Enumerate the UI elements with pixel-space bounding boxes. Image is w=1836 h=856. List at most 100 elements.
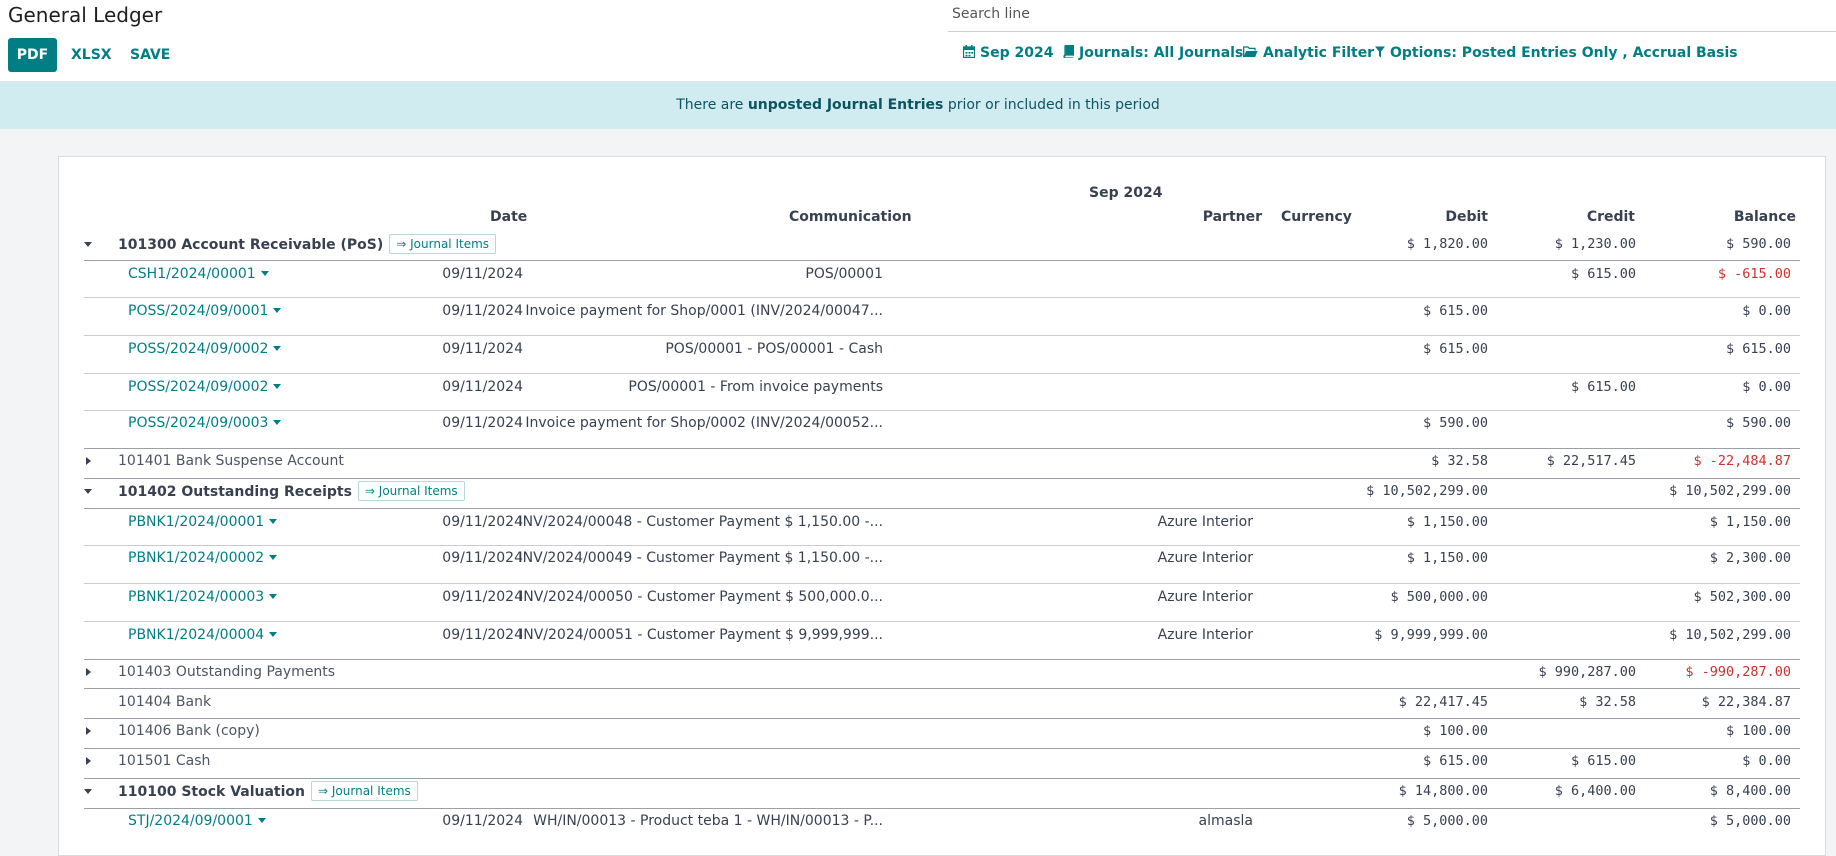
line-partner: Azure Interior [1157,627,1253,643]
chevron-down-icon[interactable] [273,308,282,313]
balance-value: $ 0.00 [1742,753,1791,769]
journal-entry-link[interactable]: PBNK1/2024/00004 [128,625,278,645]
journal-entry-link[interactable]: PBNK1/2024/00003 [128,587,278,607]
account-label[interactable]: 101300 Account Receivable (PoS) ⇒ Journal… [118,234,497,255]
credit-value: $ 990,287.00 [1538,664,1636,680]
balance-value: $ -615.00 [1717,266,1791,282]
account-row[interactable]: 110100 Stock Valuation ⇒ Journal Items $ 1… [84,781,1800,801]
chevron-down-icon[interactable] [273,420,282,425]
date-filter-label: Sep 2024 [980,45,1054,61]
journal-entry-ref: PBNK1/2024/00001 [128,514,265,530]
balance-value: $ 0.00 [1742,379,1791,395]
account-row[interactable]: 101403 Outstanding Payments $ 990,287.00 $… [84,662,1800,682]
account-row[interactable]: 101300 Account Receivable (PoS) ⇒ Journal… [84,234,1800,254]
chevron-down-icon[interactable] [260,271,269,276]
row-separator [84,297,1800,298]
balance-value: $ 8,400.00 [1709,783,1791,799]
account-row[interactable]: 101402 Outstanding Receipts ⇒ Journal Ite… [84,481,1800,501]
chevron-down-icon[interactable] [273,346,282,351]
account-label[interactable]: 101501 Cash [118,751,210,771]
account-label[interactable]: 101401 Bank Suspense Account [118,451,344,471]
journal-entry-link[interactable]: PBNK1/2024/00001 [128,512,278,532]
account-label[interactable]: 101403 Outstanding Payments [118,662,335,682]
debit-value: $ 1,150.00 [1406,514,1488,530]
column-header-partner: Partner [1202,209,1262,225]
options-filter[interactable]: Options: Posted Entries Only , Accrual B… [1375,45,1738,61]
caret-down-icon[interactable] [84,489,92,494]
pdf-button[interactable]: PDF [8,38,57,72]
caret-right-icon[interactable] [86,668,91,676]
caret-down-icon[interactable] [84,242,92,247]
journal-entry-ref: POSS/2024/09/0001 [128,303,269,319]
period-header: Sep 2024 [1089,185,1163,201]
debit-value: $ 5,000.00 [1406,813,1488,829]
account-row[interactable]: 101501 Cash $ 615.00 $ 615.00 $ 0.00 [84,751,1800,771]
row-separator [84,808,1800,809]
caret-down-icon[interactable] [84,789,92,794]
balance-value: $ 10,502,299.00 [1669,627,1791,643]
journals-filter[interactable]: Journals: All Journals [1063,44,1243,61]
line-date: 09/11/2024 [442,266,523,282]
account-label[interactable]: 101402 Outstanding Receipts ⇒ Journal Ite… [118,481,465,502]
row-separator [84,335,1800,336]
search-input[interactable]: Search line [948,2,1836,32]
journal-entry-ref: PBNK1/2024/00002 [128,550,265,566]
account-row[interactable]: 101404 Bank $ 22,417.45 $ 32.58 $ 22,384.87 [84,692,1800,712]
journal-line-row: POSS/2024/09/0001 09/11/2024 Invoice payme… [84,301,1800,321]
row-separator [84,718,1800,719]
journal-entry-ref: CSH1/2024/00001 [128,266,256,282]
journal-entry-link[interactable]: POSS/2024/09/0001 [128,301,282,321]
line-partner: Azure Interior [1157,550,1253,566]
journal-entry-link[interactable]: CSH1/2024/00001 [128,264,269,284]
account-name: 101300 Account Receivable (PoS) [118,237,384,253]
account-name: 101404 Bank [118,694,212,710]
caret-right-icon[interactable] [86,757,91,765]
page-title: General Ledger [8,3,163,27]
balance-value: $ 0.00 [1742,303,1791,319]
chevron-down-icon[interactable] [269,519,278,524]
balance-value: $ -22,484.87 [1693,453,1791,469]
xlsx-button[interactable]: XLSX [62,38,121,72]
chevron-down-icon[interactable] [269,632,278,637]
save-button[interactable]: SAVE [121,38,179,72]
analytic-filter[interactable]: Analytic Filter [1243,45,1374,61]
line-communication: INV/2024/00051 - Customer Payment $ 9,99… [519,627,883,643]
journal-entry-link[interactable]: POSS/2024/09/0002 [128,339,282,359]
journal-entry-ref: POSS/2024/09/0003 [128,415,269,431]
journal-entry-link[interactable]: POSS/2024/09/0002 [128,377,282,397]
account-name: 101403 Outstanding Payments [118,664,336,680]
journal-line-row: CSH1/2024/00001 09/11/2024 POS/00001 $ 615.… [84,264,1800,284]
journal-line-row: PBNK1/2024/00003 09/11/2024 INV/2024/00050… [84,587,1800,607]
journal-entry-link[interactable]: STJ/2024/09/0001 [128,811,266,831]
control-panel: General Ledger PDF XLSX SAVE Search line… [0,0,1836,82]
credit-value: $ 6,400.00 [1554,783,1636,799]
date-filter[interactable]: Sep 2024 [962,45,1054,61]
unposted-entries-alert: There are unposted Journal Entries prior… [0,82,1836,129]
line-communication: Invoice payment for Shop/0002 (INV/2024/… [525,415,883,431]
journal-entry-link[interactable]: PBNK1/2024/00002 [128,548,278,568]
caret-right-icon[interactable] [86,457,91,465]
journal-line-row: STJ/2024/09/0001 09/11/2024 WH/IN/00013 - … [84,811,1800,831]
journal-items-button[interactable]: ⇒ Journal Items [389,234,497,254]
account-label[interactable]: 110100 Stock Valuation ⇒ Journal Items [118,781,418,802]
account-row[interactable]: 101406 Bank (copy) $ 100.00 $ 100.00 [84,721,1800,741]
account-name: 101406 Bank (copy) [118,723,260,739]
chevron-down-icon[interactable] [257,818,266,823]
caret-right-icon[interactable] [86,727,91,735]
journal-items-button[interactable]: ⇒ Journal Items [311,781,418,801]
chevron-down-icon[interactable] [269,594,278,599]
journal-items-button[interactable]: ⇒ Journal Items [357,481,465,501]
chevron-down-icon[interactable] [269,555,278,560]
journal-entry-link[interactable]: POSS/2024/09/0003 [128,413,282,433]
row-separator [84,260,1800,261]
balance-value: $ 590.00 [1725,236,1791,252]
journal-line-row: POSS/2024/09/0003 09/11/2024 Invoice payme… [84,413,1800,433]
line-date: 09/11/2024 [442,303,523,319]
unposted-entries-link[interactable]: unposted Journal Entries [748,97,944,113]
chevron-down-icon[interactable] [273,384,282,389]
balance-value: $ 100.00 [1725,723,1791,739]
account-row[interactable]: 101401 Bank Suspense Account $ 32.58 $ 22,… [84,451,1800,471]
account-label[interactable]: 101404 Bank [118,692,211,712]
account-label[interactable]: 101406 Bank (copy) [118,721,260,741]
line-date: 09/11/2024 [442,514,523,530]
